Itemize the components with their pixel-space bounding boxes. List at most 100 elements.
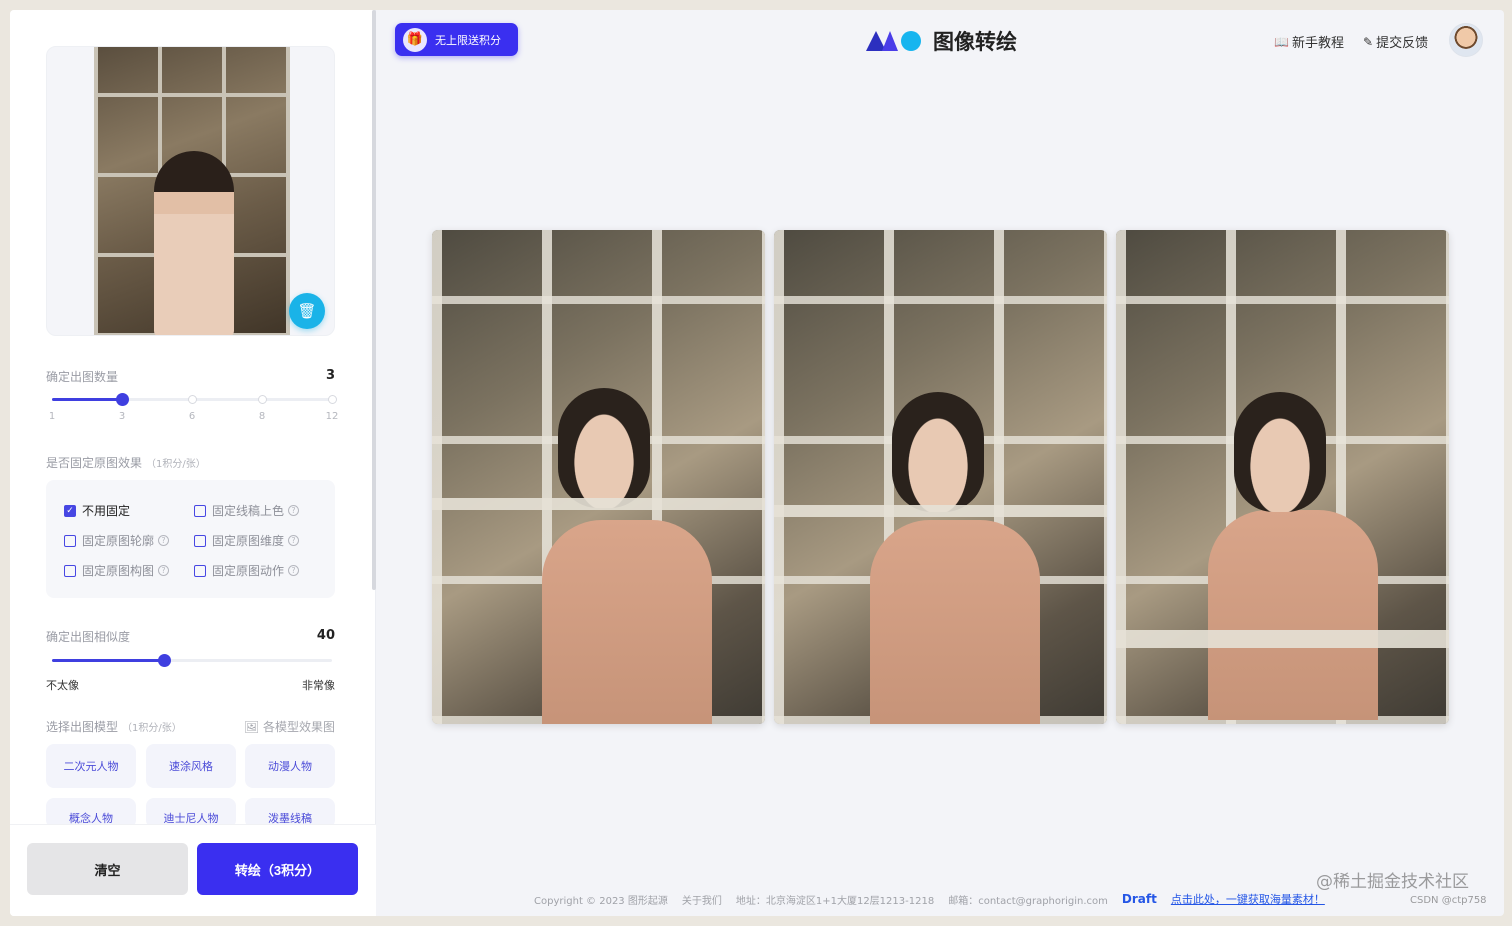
tutorial-link[interactable]: 📖 新手教程 <box>1274 32 1344 52</box>
fix-option-label: 固定原图维度 <box>212 534 285 548</box>
convert-button[interactable]: 转绘（3积分） <box>197 843 358 895</box>
book-icon: 📖 <box>1274 34 1289 49</box>
model-gallery-link[interactable]: 🖼 各模型效果图 <box>244 718 335 735</box>
photo-figure <box>154 151 234 335</box>
model-section-title: 选择出图模型 （1积分/张） <box>46 718 182 735</box>
checkbox-icon <box>64 534 76 547</box>
similarity-slider-fill <box>52 659 164 662</box>
logo-icon <box>901 31 921 51</box>
draft-link[interactable]: 点击此处，一键获取海量素材！ <box>1171 891 1325 907</box>
gift-icon: 🎁 <box>403 27 427 52</box>
fix-sub: （1积分/张） <box>146 459 206 470</box>
checkbox-icon <box>194 504 206 517</box>
watermark-sub: CSDN @ctp758 <box>1410 895 1487 906</box>
promo-label: 无上限送积分 <box>435 33 501 47</box>
model-title: 选择出图模型 <box>46 720 119 734</box>
result-window-frame <box>432 498 765 510</box>
footer: Copyright © 2023 图形起源 关于我们 地址：北京海淀区1+1大厦… <box>534 891 1325 907</box>
trash-icon: 🗑 <box>297 302 317 320</box>
uploaded-photo <box>94 47 290 335</box>
model-gallery-label: 各模型效果图 <box>262 720 335 734</box>
result-figure <box>558 388 650 508</box>
question-icon[interactable]: ? <box>288 505 300 516</box>
logo-icon <box>882 31 898 51</box>
sidebar-scrollbar[interactable] <box>372 10 376 590</box>
footer-about-link[interactable]: 关于我们 <box>682 892 722 907</box>
question-icon[interactable]: ? <box>288 565 300 576</box>
fix-title: 是否固定原图效果 <box>46 456 143 470</box>
model-button[interactable]: 速涂风格 <box>146 744 236 788</box>
similarity-label: 确定出图相似度 <box>46 630 131 644</box>
result-figure <box>1208 510 1378 720</box>
fix-options-box: ✓ 不用固定 固定线稿上色 ? 固定原图轮廓 ? 固定原图维度 ? 固定原图构图 <box>46 480 335 598</box>
count-slider-dot[interactable] <box>328 395 337 404</box>
brand-title: 图像转绘 <box>933 30 1017 54</box>
count-slider-dot[interactable] <box>188 395 197 404</box>
fix-option-outline[interactable]: 固定原图轮廓 ? <box>64 532 170 549</box>
image-icon: 🖼 <box>243 720 260 734</box>
footer-copyright: Copyright © 2023 图形起源 <box>534 895 668 907</box>
count-value: 3 <box>325 368 335 383</box>
app-window: 🗑 确定出图数量 3 1 3 6 8 12 是否固定原图效果 （1积分/张） ✓ … <box>10 10 1504 916</box>
result-figure <box>870 520 1040 724</box>
count-tick: 3 <box>118 411 126 422</box>
result-figure <box>1234 392 1326 512</box>
fix-option-composition[interactable]: 固定原图构图 ? <box>64 562 170 579</box>
fix-option-depth[interactable]: 固定原图维度 ? <box>194 532 300 549</box>
result-window-frame <box>774 505 1107 517</box>
fix-option-label: 固定原图动作 <box>212 564 285 578</box>
fix-option-lineart[interactable]: 固定线稿上色 ? <box>194 502 300 519</box>
count-tick: 1 <box>48 411 56 422</box>
uploaded-image-box[interactable] <box>46 46 335 336</box>
feedback-link[interactable]: ✎ 提交反馈 <box>1363 32 1429 52</box>
delete-image-button[interactable]: 🗑 <box>289 293 325 329</box>
fix-option-none[interactable]: ✓ 不用固定 <box>64 502 130 519</box>
model-sub: （1积分/张） <box>122 723 182 734</box>
clear-button[interactable]: 清空 <box>27 843 188 895</box>
count-slider-fill <box>52 398 122 401</box>
sidebar-action-bar: 清空 转绘（3积分） <box>10 824 376 916</box>
count-label-row: 确定出图数量 3 <box>46 368 335 385</box>
result-image[interactable] <box>774 230 1107 724</box>
question-icon[interactable]: ? <box>288 535 300 546</box>
count-slider-knob[interactable] <box>116 393 129 406</box>
similarity-slider[interactable] <box>52 654 332 667</box>
checkbox-icon <box>194 564 206 577</box>
sidebar: 🗑 确定出图数量 3 1 3 6 8 12 是否固定原图效果 （1积分/张） ✓ … <box>10 10 376 916</box>
checkbox-icon <box>194 534 206 547</box>
fix-option-label: 不用固定 <box>82 504 131 518</box>
fix-option-pose[interactable]: 固定原图动作 ? <box>194 562 300 579</box>
fix-option-label: 固定原图轮廓 <box>82 534 155 548</box>
watermark: @稀土掘金技术社区 <box>1316 872 1469 892</box>
question-icon[interactable]: ? <box>158 535 170 546</box>
checkbox-checked-icon: ✓ <box>64 504 76 517</box>
model-button[interactable]: 动漫人物 <box>245 744 335 788</box>
result-figure <box>542 520 712 724</box>
similarity-label-row: 确定出图相似度 40 <box>46 628 335 645</box>
feedback-label: 提交反馈 <box>1376 36 1429 51</box>
result-figure <box>892 392 984 512</box>
similarity-low-label: 不太像 <box>46 679 79 692</box>
result-image[interactable] <box>1116 230 1449 724</box>
footer-email: 邮箱：contact@graphorigin.com <box>948 895 1108 907</box>
user-avatar[interactable] <box>1449 23 1483 57</box>
checkbox-icon <box>64 564 76 577</box>
question-icon[interactable]: ? <box>158 565 170 576</box>
similarity-value: 40 <box>316 628 335 643</box>
count-tick: 6 <box>188 411 196 422</box>
fix-option-label: 固定原图构图 <box>82 564 155 578</box>
edit-icon: ✎ <box>1363 34 1374 49</box>
fix-section-title: 是否固定原图效果 （1积分/张） <box>46 454 206 471</box>
promo-button[interactable]: 🎁 无上限送积分 <box>395 23 518 56</box>
draft-logo: Draft <box>1121 892 1157 906</box>
count-tick: 8 <box>258 411 266 422</box>
result-image[interactable] <box>432 230 765 724</box>
fix-option-label: 固定线稿上色 <box>212 504 285 518</box>
result-window-frame <box>1116 630 1449 648</box>
model-button[interactable]: 二次元人物 <box>46 744 136 788</box>
similarity-slider-knob[interactable] <box>158 654 171 667</box>
count-tick: 12 <box>325 411 339 422</box>
count-slider-dot[interactable] <box>258 395 267 404</box>
count-slider[interactable] <box>52 393 337 406</box>
brand: 图像转绘 <box>866 26 1017 56</box>
